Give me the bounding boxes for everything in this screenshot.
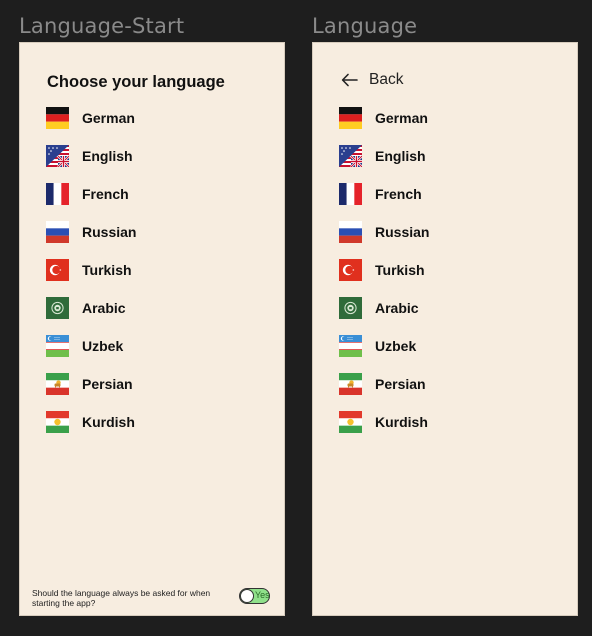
flag-uk-us-icon <box>46 145 69 167</box>
language-settings-screen: Back German English French Russian Turki… <box>312 42 578 616</box>
language-item-persian[interactable]: Persian <box>46 373 136 395</box>
language-item-german[interactable]: German <box>46 107 136 129</box>
back-label: Back <box>369 71 404 88</box>
flag-germany-icon <box>339 107 362 129</box>
language-label: Arabic <box>82 300 126 316</box>
language-list: German English French Russian Turkish Ar… <box>46 107 136 449</box>
back-button[interactable]: Back <box>341 71 403 89</box>
arrow-left-icon <box>341 73 358 87</box>
always-ask-question: Should the language always be asked for … <box>32 588 211 608</box>
language-label: German <box>375 110 428 126</box>
language-label: English <box>375 148 426 164</box>
language-item-german[interactable]: German <box>339 107 429 129</box>
language-item-french[interactable]: French <box>339 183 429 205</box>
language-item-kurdish[interactable]: Kurdish <box>46 411 136 433</box>
language-label: Persian <box>375 376 426 392</box>
language-item-uzbek[interactable]: Uzbek <box>46 335 136 357</box>
flag-arab-league-icon <box>46 297 69 319</box>
language-label: English <box>82 148 133 164</box>
language-label: Kurdish <box>82 414 135 430</box>
frame-title-language-start: Language-Start <box>19 14 185 38</box>
language-label: Persian <box>82 376 133 392</box>
flag-germany-icon <box>46 107 69 129</box>
flag-arab-league-icon <box>339 297 362 319</box>
language-start-screen: Choose your language German English Fren… <box>19 42 285 616</box>
flag-iran-lion-sun-icon <box>339 373 362 395</box>
language-item-russian[interactable]: Russian <box>339 221 429 243</box>
flag-iran-lion-sun-icon <box>46 373 69 395</box>
always-ask-toggle[interactable]: Yes <box>239 588 270 604</box>
flag-uzbekistan-icon <box>339 335 362 357</box>
flag-turkey-icon <box>339 259 362 281</box>
language-item-persian[interactable]: Persian <box>339 373 429 395</box>
language-label: Arabic <box>375 300 419 316</box>
frame-title-language: Language <box>312 14 418 38</box>
flag-france-icon <box>339 183 362 205</box>
language-item-kurdish[interactable]: Kurdish <box>339 411 429 433</box>
language-item-english[interactable]: English <box>339 145 429 167</box>
language-label: Turkish <box>82 262 132 278</box>
language-item-turkish[interactable]: Turkish <box>46 259 136 281</box>
language-item-arabic[interactable]: Arabic <box>46 297 136 319</box>
language-label: French <box>375 186 422 202</box>
language-item-arabic[interactable]: Arabic <box>339 297 429 319</box>
language-list: German English French Russian Turkish Ar… <box>339 107 429 449</box>
flag-uzbekistan-icon <box>46 335 69 357</box>
language-item-english[interactable]: English <box>46 145 136 167</box>
language-item-turkish[interactable]: Turkish <box>339 259 429 281</box>
flag-uk-us-icon <box>339 145 362 167</box>
language-label: Kurdish <box>375 414 428 430</box>
toggle-knob <box>240 589 254 603</box>
language-item-uzbek[interactable]: Uzbek <box>339 335 429 357</box>
flag-kurdistan-icon <box>46 411 69 433</box>
language-label: Uzbek <box>82 338 124 354</box>
language-label: French <box>82 186 129 202</box>
flag-kurdistan-icon <box>339 411 362 433</box>
language-label: Russian <box>82 224 137 240</box>
toggle-label: Yes <box>255 590 270 600</box>
flag-turkey-icon <box>46 259 69 281</box>
language-label: Russian <box>375 224 430 240</box>
flag-russia-icon <box>46 221 69 243</box>
language-item-russian[interactable]: Russian <box>46 221 136 243</box>
page-title: Choose your language <box>47 73 225 91</box>
language-item-french[interactable]: French <box>46 183 136 205</box>
language-label: German <box>82 110 135 126</box>
flag-russia-icon <box>339 221 362 243</box>
language-label: Turkish <box>375 262 425 278</box>
language-label: Uzbek <box>375 338 417 354</box>
flag-france-icon <box>46 183 69 205</box>
